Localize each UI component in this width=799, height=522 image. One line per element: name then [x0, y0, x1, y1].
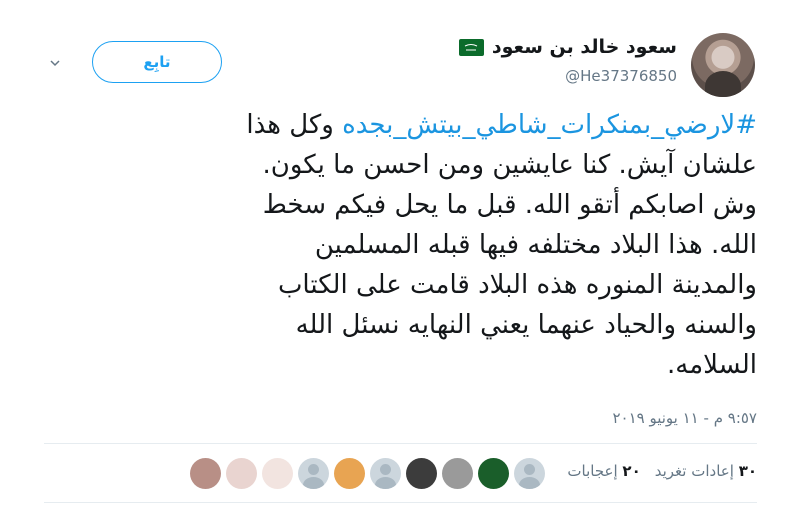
liker-avatar[interactable]: [370, 458, 401, 489]
tweet-line-5: والمدينة المنوره هذه البلاد قامت على الك…: [277, 270, 757, 300]
likes-stat[interactable]: ٢٠ إعجابات: [567, 462, 640, 480]
liker-avatar[interactable]: [406, 458, 437, 489]
tweet-line-3: وش اصابكم أتقو الله. قبل ما يحل فيكم سخط: [262, 190, 757, 220]
retweets-count: ٣٠: [738, 462, 757, 480]
liker-avatar[interactable]: [226, 458, 257, 489]
liker-avatar[interactable]: [478, 458, 509, 489]
divider-top: [44, 443, 757, 444]
likes-label: إعجابات: [567, 462, 618, 480]
likes-count: ٢٠: [622, 462, 641, 480]
liker-avatar[interactable]: [190, 458, 221, 489]
liker-avatar[interactable]: [442, 458, 473, 489]
flag-emblem-icon: [465, 43, 478, 50]
tweet-line-1: #لارضي_بمنكرات_شاطي_بيتش_بجده وكل هذا: [60, 105, 757, 145]
saudi-flag-icon: [458, 38, 484, 56]
hashtag-link[interactable]: #لارضي_بمنكرات_شاطي_بيتش_بجده: [342, 110, 757, 140]
retweets-stat[interactable]: ٣٠ إعادات تغريد: [655, 462, 757, 480]
engagement-stats: ٣٠ إعادات تغريد ٢٠ إعجابات: [567, 462, 757, 480]
display-name[interactable]: سعود خالد بن سعود: [492, 36, 677, 58]
liker-avatar[interactable]: [262, 458, 293, 489]
liker-avatar[interactable]: [334, 458, 365, 489]
liker-avatars: [190, 458, 545, 489]
tweet-line-6: والسنه والحياد عنهما يعني النهايه نسئل ا…: [295, 310, 757, 340]
tweet-line-2: علشان آيش. كنا عايشين ومن احسن ما يكون.: [262, 150, 758, 180]
tweet-line-1-text: وكل هذا: [246, 110, 343, 140]
tweet-timestamp[interactable]: ٩:٥٧ م - ١١ يونيو ٢٠١٩: [612, 409, 757, 427]
tweet-line-4: الله. هذا البلاد مختلفه فيها قبله المسلم…: [314, 230, 757, 260]
chevron-down-icon[interactable]: [50, 58, 60, 68]
liker-avatar[interactable]: [298, 458, 329, 489]
follow-button[interactable]: تابِع: [92, 41, 222, 83]
tweet-line-7: السلامه.: [667, 350, 757, 380]
tweet-card: سعود خالد بن سعود @He37376850 تابِع #لار…: [0, 0, 799, 522]
user-handle[interactable]: @He37376850: [565, 67, 677, 85]
user-name-row[interactable]: سعود خالد بن سعود: [458, 36, 677, 58]
user-avatar[interactable]: [691, 33, 755, 97]
divider-bottom: [44, 502, 757, 503]
liker-avatar[interactable]: [514, 458, 545, 489]
retweets-label: إعادات تغريد: [654, 462, 734, 480]
tweet-text: #لارضي_بمنكرات_شاطي_بيتش_بجده وكل هذا عل…: [60, 105, 757, 385]
